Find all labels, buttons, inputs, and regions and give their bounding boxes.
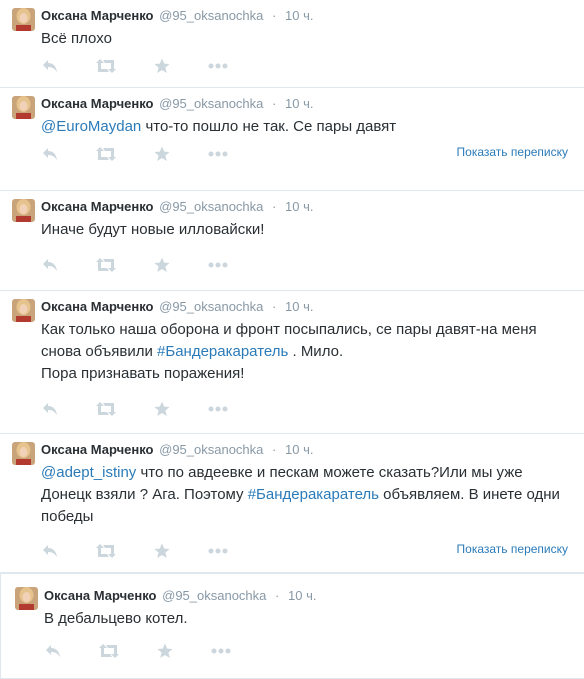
author-handle[interactable]: @95_oksanochka	[159, 96, 263, 111]
avatar[interactable]	[15, 587, 38, 610]
author-name[interactable]: Оксана Марченко	[41, 96, 154, 111]
tweet-text-part: . Мило.	[288, 343, 344, 360]
tweet-header: Оксана Марченко @95_oksanochka · 10 ч.	[41, 95, 313, 113]
star-icon[interactable]	[152, 399, 172, 419]
tweet-text-part: Пора признавать поражения!	[41, 365, 245, 382]
more-dots-icon[interactable]	[208, 399, 228, 419]
reply-icon[interactable]	[43, 641, 63, 661]
retweet-icon[interactable]	[96, 255, 116, 275]
avatar[interactable]	[12, 199, 35, 222]
reply-icon[interactable]	[40, 56, 60, 76]
separator: ·	[272, 299, 277, 314]
tweet-item[interactable]: Оксана Марченко @95_oksanochka · 10 ч. @…	[0, 434, 584, 573]
tweet-timestamp[interactable]: 10 ч.	[288, 588, 316, 603]
retweet-icon[interactable]	[96, 144, 116, 164]
separator: ·	[272, 96, 277, 111]
star-icon[interactable]	[152, 56, 172, 76]
author-name[interactable]: Оксана Марченко	[41, 8, 154, 23]
reply-icon[interactable]	[40, 144, 60, 164]
author-name[interactable]: Оксана Марченко	[44, 588, 157, 603]
author-name[interactable]: Оксана Марченко	[41, 299, 154, 314]
tweet-actions	[40, 255, 228, 275]
tweet-actions	[40, 56, 228, 76]
tweet-text: @EuroMaydan что-то пошло не так. Се пары…	[41, 116, 572, 138]
avatar[interactable]	[12, 442, 35, 465]
reply-icon[interactable]	[40, 255, 60, 275]
tweet-item[interactable]: Оксана Марченко @95_oksanochka · 10 ч. И…	[0, 191, 584, 291]
tweet-text: @adept_istiny что по авдеевке и пескам м…	[41, 462, 572, 528]
tweet-timestamp[interactable]: 10 ч.	[285, 96, 313, 111]
tweet-item[interactable]: Оксана Марченко @95_oksanochka · 10 ч. В…	[0, 0, 584, 88]
tweet-text-part: что-то пошло не так. Се пары давят	[141, 118, 397, 135]
tweet-header: Оксана Марченко @95_oksanochka · 10 ч.	[41, 298, 313, 316]
author-handle[interactable]: @95_oksanochka	[159, 199, 263, 214]
show-conversation-link[interactable]: Показать переписку	[457, 542, 568, 556]
tweet-text-plain: Всё плохо	[41, 30, 112, 47]
more-dots-icon[interactable]	[208, 144, 228, 164]
tweet-timestamp[interactable]: 10 ч.	[285, 8, 313, 23]
tweet-actions	[40, 541, 228, 561]
tweet-item[interactable]: Оксана Марченко @95_oksanochka · 10 ч. К…	[0, 291, 584, 434]
avatar[interactable]	[12, 96, 35, 119]
tweet-header: Оксана Марченко @95_oksanochka · 10 ч.	[44, 587, 316, 605]
hashtag-link[interactable]: #Бандеракаратель	[157, 343, 288, 360]
author-handle[interactable]: @95_oksanochka	[159, 442, 263, 457]
more-dots-icon[interactable]	[211, 641, 231, 661]
mention-link[interactable]: @adept_istiny	[41, 464, 136, 481]
separator: ·	[272, 442, 277, 457]
separator: ·	[272, 8, 277, 23]
author-handle[interactable]: @95_oksanochka	[159, 8, 263, 23]
tweet-text-plain: Иначе будут новые илловайски!	[41, 221, 265, 238]
tweet-timestamp[interactable]: 10 ч.	[285, 442, 313, 457]
author-name[interactable]: Оксана Марченко	[41, 199, 154, 214]
tweet-item[interactable]: Оксана Марченко @95_oksanochka · 10 ч. В…	[0, 573, 584, 679]
retweet-icon[interactable]	[96, 541, 116, 561]
tweet-text: В дебальцево котел.	[44, 608, 572, 630]
retweet-icon[interactable]	[96, 399, 116, 419]
mention-link[interactable]: @EuroMaydan	[41, 118, 141, 135]
tweet-text: Как только наша оборона и фронт посыпали…	[41, 319, 572, 385]
star-icon[interactable]	[152, 144, 172, 164]
tweet-actions	[43, 641, 231, 661]
avatar[interactable]	[12, 299, 35, 322]
star-icon[interactable]	[152, 255, 172, 275]
tweet-actions	[40, 399, 228, 419]
reply-icon[interactable]	[40, 399, 60, 419]
more-dots-icon[interactable]	[208, 541, 228, 561]
author-handle[interactable]: @95_oksanochka	[159, 299, 263, 314]
tweet-item[interactable]: Оксана Марченко @95_oksanochka · 10 ч. @…	[0, 88, 584, 191]
tweet-timeline: Оксана Марченко @95_oksanochka · 10 ч. В…	[0, 0, 584, 679]
reply-icon[interactable]	[40, 541, 60, 561]
show-conversation-link[interactable]: Показать переписку	[457, 145, 568, 159]
tweet-header: Оксана Марченко @95_oksanochka · 10 ч.	[41, 7, 313, 25]
retweet-icon[interactable]	[99, 641, 119, 661]
more-dots-icon[interactable]	[208, 255, 228, 275]
star-icon[interactable]	[152, 541, 172, 561]
more-dots-icon[interactable]	[208, 56, 228, 76]
avatar[interactable]	[12, 8, 35, 31]
separator: ·	[272, 199, 277, 214]
tweet-text-plain: В дебальцево котел.	[44, 610, 188, 627]
tweet-timestamp[interactable]: 10 ч.	[285, 299, 313, 314]
retweet-icon[interactable]	[96, 56, 116, 76]
author-handle[interactable]: @95_oksanochka	[162, 588, 266, 603]
tweet-timestamp[interactable]: 10 ч.	[285, 199, 313, 214]
tweet-text: Всё плохо	[41, 28, 572, 50]
tweet-header: Оксана Марченко @95_oksanochka · 10 ч.	[41, 198, 313, 216]
hashtag-link[interactable]: #Бандеракаратель	[248, 486, 379, 503]
star-icon[interactable]	[155, 641, 175, 661]
tweet-text: Иначе будут новые илловайски!	[41, 219, 572, 241]
tweet-header: Оксана Марченко @95_oksanochka · 10 ч.	[41, 441, 313, 459]
separator: ·	[275, 588, 280, 603]
author-name[interactable]: Оксана Марченко	[41, 442, 154, 457]
tweet-actions	[40, 144, 228, 164]
